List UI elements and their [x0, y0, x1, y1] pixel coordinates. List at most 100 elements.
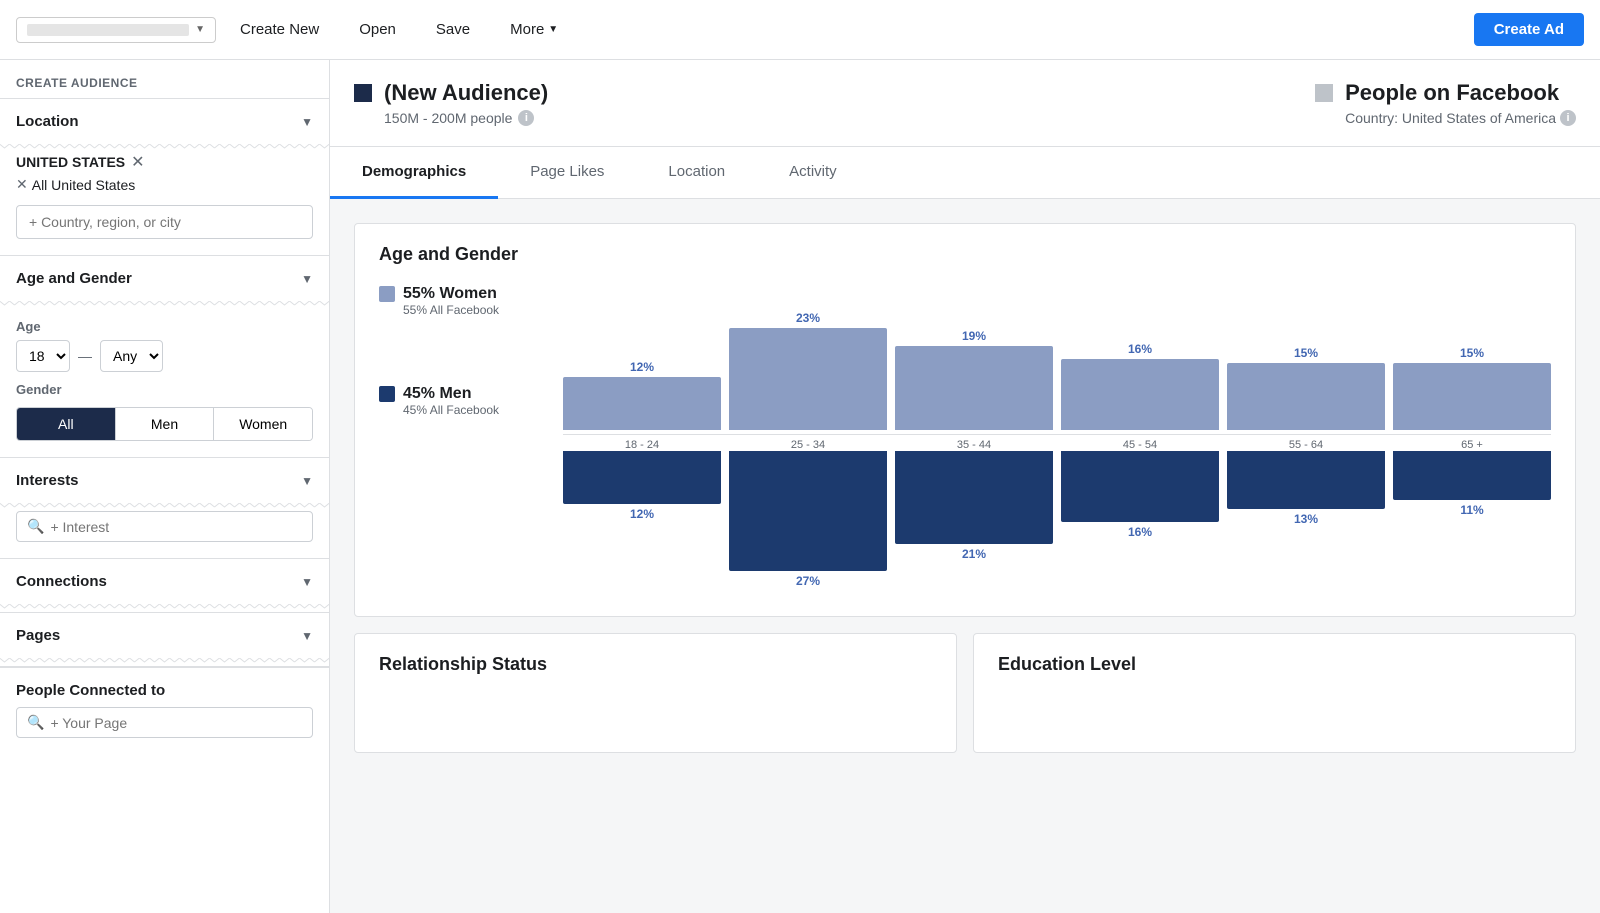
men-bar-2 — [895, 451, 1053, 544]
men-bar-1 — [729, 451, 887, 571]
interests-divider — [0, 503, 329, 511]
age-gender-section: Age and Gender ▼ Age 18 — Any Gender All — [0, 255, 329, 457]
women-pct-label-3: 16% — [1128, 342, 1152, 356]
tab-location[interactable]: Location — [636, 147, 757, 199]
x-label-2: 35 - 44 — [895, 439, 1053, 451]
chevron-down-icon: ▼ — [548, 24, 558, 35]
top-navigation: ▼ Create New Open Save More ▼ Create Ad — [0, 0, 1600, 60]
relationship-status-card: Relationship Status — [354, 633, 957, 753]
education-level-title: Education Level — [998, 654, 1551, 675]
create-new-button[interactable]: Create New — [224, 13, 335, 46]
location-sub-close-icon[interactable]: ✕ — [16, 176, 28, 193]
women-bar-group-5: 15% — [1393, 285, 1551, 430]
pages-chevron-icon: ▼ — [301, 629, 313, 643]
interests-content: 🔍 — [0, 511, 329, 558]
women-bar-4 — [1227, 363, 1385, 430]
open-button[interactable]: Open — [343, 13, 412, 46]
women-pct-label-1: 23% — [796, 311, 820, 325]
women-pct-label-2: 19% — [962, 329, 986, 343]
men-bar-group-2: 21% — [895, 451, 1053, 596]
bars-area: 12% 23% 19% 16% 15% 15% 18 - 24 25 - 34 35 - 44… — [563, 285, 1551, 596]
tab-activity[interactable]: Activity — [757, 147, 869, 199]
men-pct-label-4: 13% — [1294, 512, 1318, 526]
location-section: Location ▼ UNITED STATES ✕ ✕ All United … — [0, 98, 329, 255]
country-name: UNITED STATES — [16, 154, 125, 170]
gender-all-button[interactable]: All — [17, 408, 116, 440]
age-gender-divider — [0, 301, 329, 309]
audience-right: People on Facebook Country: United State… — [1315, 80, 1576, 126]
men-bar-5 — [1393, 451, 1551, 500]
women-bar-1 — [729, 328, 887, 430]
age-to-select[interactable]: Any — [100, 340, 163, 372]
men-bar-0 — [563, 451, 721, 504]
connections-section-header[interactable]: Connections ▼ — [0, 559, 329, 604]
women-pct: 55% Women — [403, 285, 497, 303]
women-bar-3 — [1061, 359, 1219, 430]
men-legend-item: 45% Men — [379, 385, 539, 403]
gender-men-button[interactable]: Men — [116, 408, 215, 440]
save-button[interactable]: Save — [420, 13, 486, 46]
women-bar-2 — [895, 346, 1053, 430]
people-connected-input[interactable] — [50, 715, 302, 731]
men-pct-label-2: 21% — [962, 547, 986, 561]
fb-info-icon[interactable]: i — [1560, 110, 1576, 126]
women-legend-item: 55% Women — [379, 285, 539, 303]
location-sub: ✕ All United States — [16, 176, 313, 193]
men-bar-3 — [1061, 451, 1219, 522]
tab-page-likes[interactable]: Page Likes — [498, 147, 636, 199]
men-bar-group-4: 13% — [1227, 451, 1385, 596]
connections-label: Connections — [16, 573, 107, 590]
account-dropdown[interactable]: ▼ — [16, 17, 216, 43]
interests-section-header[interactable]: Interests ▼ — [0, 458, 329, 503]
women-sub: 55% All Facebook — [403, 303, 539, 317]
men-color-swatch — [379, 386, 395, 402]
men-bar-group-5: 11% — [1393, 451, 1551, 596]
men-bar-group-0: 12% — [563, 451, 721, 596]
men-bar-group-3: 16% — [1061, 451, 1219, 596]
men-pct-label-3: 16% — [1128, 525, 1152, 539]
age-from-select[interactable]: 18 — [16, 340, 70, 372]
women-bar-5 — [1393, 363, 1551, 430]
location-content: UNITED STATES ✕ ✕ All United States — [0, 152, 329, 255]
women-pct-label-4: 15% — [1294, 346, 1318, 360]
audience-info-icon[interactable]: i — [518, 110, 534, 126]
audience-name: (New Audience) — [384, 80, 548, 106]
sidebar: CREATE AUDIENCE Location ▼ UNITED STATES… — [0, 60, 330, 913]
create-ad-button[interactable]: Create Ad — [1474, 13, 1584, 46]
tab-content: Age and Gender 55% Women 55% All Faceboo… — [330, 199, 1600, 777]
pages-section: Pages ▼ — [0, 612, 329, 666]
women-bars-row: 12% 23% 19% 16% 15% 15% — [563, 285, 1551, 430]
connections-chevron-icon: ▼ — [301, 575, 313, 589]
audience-count: 150M - 200M people i — [384, 110, 548, 126]
tab-demographics[interactable]: Demographics — [330, 147, 498, 199]
women-bar-group-2: 19% — [895, 285, 1053, 430]
x-label-0: 18 - 24 — [563, 439, 721, 451]
location-chevron-icon: ▼ — [301, 115, 313, 129]
audience-count-text: 150M - 200M people — [384, 110, 512, 126]
men-sub: 45% All Facebook — [403, 403, 539, 417]
location-section-header[interactable]: Location ▼ — [0, 99, 329, 144]
interest-input[interactable] — [50, 519, 302, 535]
bottom-sections: Relationship Status Education Level — [354, 633, 1576, 753]
women-bar-0 — [563, 377, 721, 430]
facebook-icon-box — [1315, 84, 1333, 102]
gender-women-button[interactable]: Women — [214, 408, 312, 440]
women-pct-label-0: 12% — [630, 360, 654, 374]
search-icon-2: 🔍 — [27, 714, 44, 731]
age-gender-content: Age 18 — Any Gender All Men Women — [0, 319, 329, 457]
country-close-icon[interactable]: ✕ — [131, 152, 144, 172]
men-pct-label-0: 12% — [630, 507, 654, 521]
sidebar-title: CREATE AUDIENCE — [0, 60, 329, 98]
location-input[interactable] — [16, 205, 313, 239]
age-field-label: Age — [16, 319, 313, 334]
age-gender-section-header[interactable]: Age and Gender ▼ — [0, 256, 329, 301]
audience-info: (New Audience) 150M - 200M people i — [384, 80, 548, 126]
pages-section-header[interactable]: Pages ▼ — [0, 613, 329, 658]
gender-selector: All Men Women — [16, 407, 313, 441]
age-gender-label: Age and Gender — [16, 270, 132, 287]
location-label: Location — [16, 113, 79, 130]
more-button[interactable]: More ▼ — [494, 13, 574, 46]
x-label-1: 25 - 34 — [729, 439, 887, 451]
connections-section: Connections ▼ — [0, 558, 329, 612]
men-pct-label-1: 27% — [796, 574, 820, 588]
